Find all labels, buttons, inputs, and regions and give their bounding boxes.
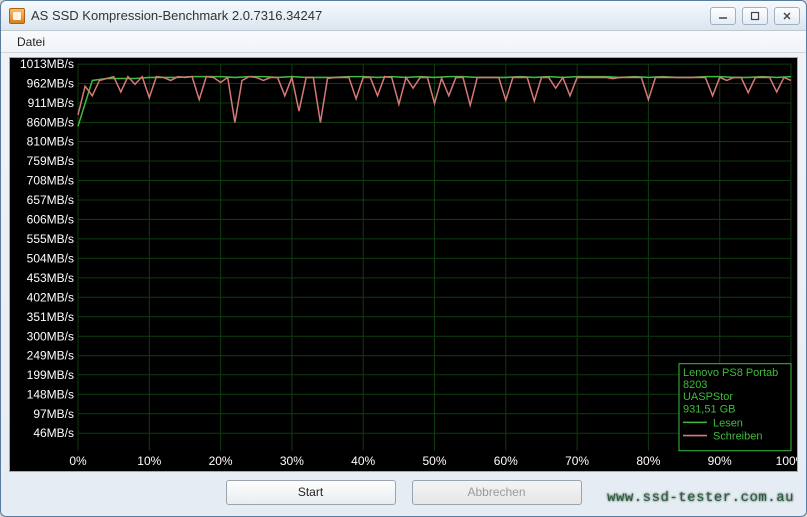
x-tick-label: 0% [69,454,87,468]
x-tick-label: 20% [209,454,233,468]
minimize-button[interactable] [710,7,736,25]
y-tick-label: 911MB/s [28,96,74,110]
app-icon [9,8,25,24]
y-tick-label: 810MB/s [27,135,74,149]
y-tick-label: 1013MB/s [20,58,74,71]
titlebar: AS SSD Kompression-Benchmark 2.0.7316.34… [1,1,806,31]
maximize-button[interactable] [742,7,768,25]
x-tick-label: 80% [636,454,660,468]
y-tick-label: 402MB/s [27,290,74,304]
y-tick-label: 249MB/s [27,349,74,363]
x-tick-label: 70% [565,454,589,468]
menubar: Datei [1,31,806,53]
y-tick-label: 657MB/s [27,193,74,207]
y-tick-label: 606MB/s [27,212,74,226]
cancel-button: Abbrechen [412,480,582,505]
close-button[interactable] [774,7,800,25]
y-tick-label: 300MB/s [27,329,74,343]
x-tick-label: 100% [776,454,797,468]
y-tick-label: 708MB/s [27,173,74,187]
y-tick-label: 453MB/s [27,271,74,285]
y-tick-label: 759MB/s [27,154,74,168]
watermark: www.ssd-tester.com.au [607,490,794,506]
y-tick-label: 199MB/s [27,368,74,382]
y-tick-label: 46MB/s [33,426,74,440]
legend-device: Lenovo PS8 Portab [683,367,778,379]
x-tick-label: 10% [137,454,161,468]
legend-read: Lesen [713,417,743,429]
legend-driver: UASPStor [683,391,733,403]
legend-write: Schreiben [713,431,762,443]
x-tick-label: 50% [422,454,446,468]
start-button[interactable]: Start [226,480,396,505]
y-tick-label: 148MB/s [27,387,74,401]
menu-file[interactable]: Datei [9,33,53,51]
x-tick-label: 60% [494,454,518,468]
window-title: AS SSD Kompression-Benchmark 2.0.7316.34… [31,8,710,23]
x-tick-label: 40% [351,454,375,468]
legend-capacity: 931,51 GB [683,403,736,415]
y-tick-label: 351MB/s [27,310,74,324]
app-window: AS SSD Kompression-Benchmark 2.0.7316.34… [0,0,807,517]
x-tick-label: 90% [708,454,732,468]
y-tick-label: 555MB/s [27,232,74,246]
y-tick-label: 504MB/s [27,251,74,265]
x-tick-label: 30% [280,454,304,468]
window-controls [710,7,800,25]
y-tick-label: 860MB/s [27,115,74,129]
chart-canvas: 46MB/s 97MB/s 148MB/s 199MB/s 249MB/s 300MB/s… [10,58,797,471]
chart-area: 46MB/s 97MB/s 148MB/s 199MB/s 249MB/s 300MB/s… [9,57,798,472]
legend-device2: 8203 [683,379,707,391]
button-row: Start Abbrechen www.ssd-tester.com.au [1,476,806,516]
y-tick-label: 97MB/s [33,407,74,421]
y-tick-label: 962MB/s [27,77,74,91]
